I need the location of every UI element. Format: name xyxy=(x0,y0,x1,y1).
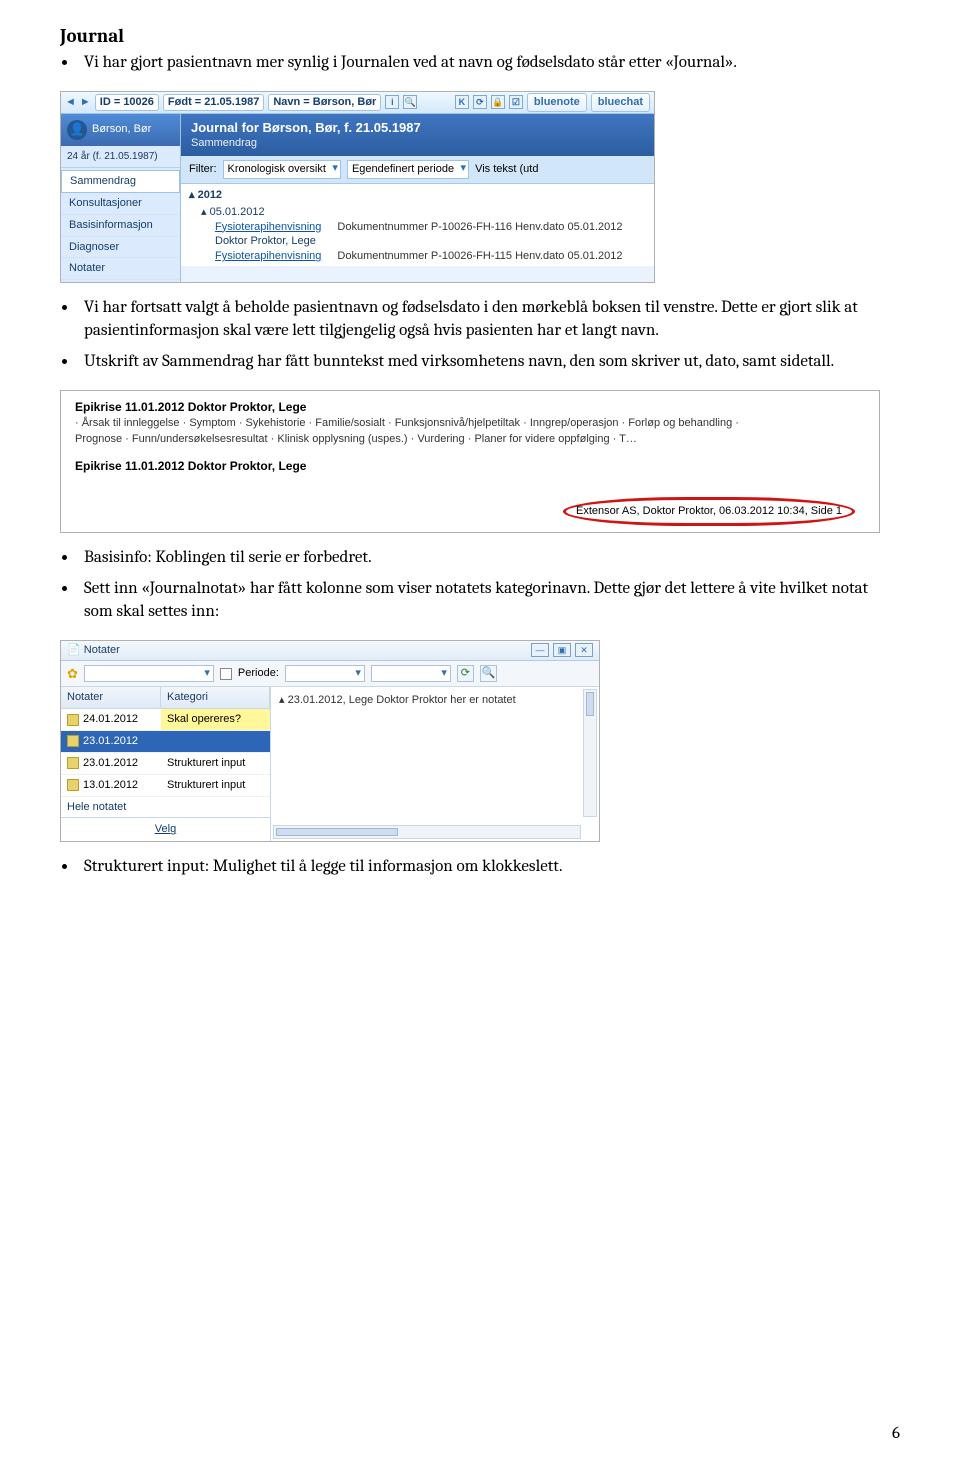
bullet-notat: Sett inn «Journalnotat» har fått kolonne… xyxy=(78,578,900,624)
maximize-icon[interactable]: ▣ xyxy=(553,643,571,657)
refresh-icon[interactable]: ⟳ xyxy=(457,665,474,682)
search-icon[interactable]: 🔍 xyxy=(480,665,497,682)
notater-header-row: Notater Kategori xyxy=(61,687,270,709)
info-icon[interactable]: i xyxy=(385,95,399,109)
id-badge: ID = 10026 xyxy=(95,94,159,111)
screenshot-epikrise: Epikrise 11.01.2012 Doktor Proktor, Lege… xyxy=(60,390,880,533)
entry-doc: Dokumentnummer P-10026-FH-116 Henv.dato … xyxy=(337,220,622,235)
notater-titlebar: 📄 Notater — ▣ ✕ xyxy=(61,641,599,661)
patient-name: Børson, Bør xyxy=(92,122,151,137)
entry-doc: Dokumentnummer P-10026-FH-115 Henv.dato … xyxy=(337,249,622,264)
preview-text: ▴ 23.01.2012, Lege Doktor Proktor her er… xyxy=(279,694,516,706)
notater-preview: ▴ 23.01.2012, Lege Doktor Proktor her er… xyxy=(271,687,599,841)
filter-text-toggle[interactable]: Vis tekst (utd xyxy=(475,162,538,177)
patient-age: 24 år (f. 21.05.1987) xyxy=(61,146,180,169)
bullet-intro: Vi har gjort pasientnavn mer synlig i Jo… xyxy=(78,52,900,75)
journal-title: Journal for Børson, Bør, f. 21.05.1987 xyxy=(191,119,644,137)
sidebar-menu: Sammendrag Konsultasjoner Basisinformasj… xyxy=(61,168,180,282)
entry-sub: Doktor Proktor, Lege xyxy=(189,234,646,249)
star-icon[interactable]: ✿ xyxy=(67,665,78,683)
heading-journal: Journal xyxy=(60,24,900,50)
toolbar-icon-3[interactable]: 🔒 xyxy=(491,95,505,109)
toolbar-icon-4[interactable]: ☑ xyxy=(509,95,523,109)
col-kategori[interactable]: Kategori xyxy=(161,687,270,708)
page-number: 6 xyxy=(892,1423,900,1446)
filter-view-dropdown[interactable]: Kronologisk oversikt xyxy=(223,160,341,179)
fodt-badge: Født = 21.05.1987 xyxy=(163,94,264,111)
table-row[interactable]: 23.01.2012 xyxy=(61,731,270,753)
epikrise-header-1: Epikrise 11.01.2012 Doktor Proktor, Lege xyxy=(75,399,865,415)
entry-row[interactable]: Fysioterapihenvisning Dokumentnummer P-1… xyxy=(189,220,646,235)
bullet-keep: Vi har fortsatt valgt å beholde pasientn… xyxy=(78,297,900,343)
velg-link[interactable]: Velg xyxy=(61,817,270,841)
patient-header: 👤 Børson, Bør xyxy=(61,114,180,146)
entry-link[interactable]: Fysioterapihenvisning xyxy=(215,249,321,264)
epikrise-header-2: Epikrise 11.01.2012 Doktor Proktor, Lege xyxy=(75,458,865,474)
bluenote-button[interactable]: bluenote xyxy=(527,93,587,112)
sidebar-item-sammendrag[interactable]: Sammendrag xyxy=(61,170,180,193)
hele-notatet[interactable]: Hele notatet xyxy=(61,797,270,818)
journal-titlebar: Journal for Børson, Bør, f. 21.05.1987 S… xyxy=(181,114,654,156)
bullet-struct: Strukturert input: Mulighet til å legge … xyxy=(78,856,900,879)
sidebar-item-diagnoser[interactable]: Diagnoser xyxy=(61,237,180,259)
bullet-footer: Utskrift av Sammendrag har fått bunnteks… xyxy=(78,351,900,374)
filter-label: Filter: xyxy=(189,162,217,177)
bullet-basis: Basisinfo: Koblingen til serie er forbed… xyxy=(78,547,900,570)
toolbar-dropdown[interactable] xyxy=(84,665,214,682)
periode-to[interactable] xyxy=(371,665,451,682)
entry-row[interactable]: Fysioterapihenvisning Dokumentnummer P-1… xyxy=(189,249,646,264)
filter-period-dropdown[interactable]: Egendefinert periode xyxy=(347,160,469,179)
note-icon xyxy=(67,735,79,747)
person-icon: 👤 xyxy=(67,120,87,140)
table-row[interactable]: 23.01.2012 Strukturert input xyxy=(61,753,270,775)
table-row[interactable]: 13.01.2012 Strukturert input xyxy=(61,775,270,797)
search-icon[interactable]: 🔍 xyxy=(403,95,417,109)
entry-link[interactable]: Fysioterapihenvisning xyxy=(215,220,321,235)
col-notater[interactable]: Notater xyxy=(61,687,161,708)
year-node[interactable]: ▴ 2012 xyxy=(189,186,646,205)
journal-main: Journal for Børson, Bør, f. 21.05.1987 S… xyxy=(181,114,654,283)
bullet-list-2: Vi har fortsatt valgt å beholde pasientn… xyxy=(78,297,900,374)
periode-checkbox[interactable] xyxy=(220,668,232,680)
table-row[interactable]: 24.01.2012 Skal opereres? xyxy=(61,709,270,731)
sidebar-item-basisinformasjon[interactable]: Basisinformasjon xyxy=(61,215,180,237)
journal-content: ▴ 2012 ▴ 05.01.2012 Fysioterapihenvisnin… xyxy=(181,184,654,266)
notater-list: Notater Kategori 24.01.2012 Skal operere… xyxy=(61,687,271,841)
bullet-list-3: Basisinfo: Koblingen til serie er forbed… xyxy=(78,547,900,624)
navn-badge: Navn = Børson, Bør xyxy=(268,94,381,111)
nav-back-icon[interactable]: ◄ xyxy=(65,95,76,110)
toolbar-icon-2[interactable]: ⟳ xyxy=(473,95,487,109)
epikrise-line-2: Prognose · Funn/undersøkelsesresultat · … xyxy=(75,432,865,447)
periode-label: Periode: xyxy=(238,666,279,681)
note-icon xyxy=(67,779,79,791)
bullet-list-1: Vi har gjort pasientnavn mer synlig i Jo… xyxy=(78,52,900,75)
horizontal-scrollbar[interactable] xyxy=(273,825,581,839)
notater-title: 📄 Notater xyxy=(67,643,120,658)
filter-bar: Filter: Kronologisk oversikt Egendefiner… xyxy=(181,156,654,184)
screenshot-notater: 📄 Notater — ▣ ✕ ✿ Periode: ⟳ 🔍 Notater K… xyxy=(60,640,600,842)
minimize-icon[interactable]: — xyxy=(531,643,549,657)
vertical-scrollbar[interactable] xyxy=(583,689,597,817)
print-footer-text: Extensor AS, Doktor Proktor, 06.03.2012 … xyxy=(563,497,855,526)
periode-from[interactable] xyxy=(285,665,365,682)
note-icon xyxy=(67,714,79,726)
journal-subtitle: Sammendrag xyxy=(191,136,644,151)
bluechat-button[interactable]: bluechat xyxy=(591,93,650,112)
date-node[interactable]: ▴ 05.01.2012 xyxy=(189,205,646,220)
sidebar-item-notater[interactable]: Notater xyxy=(61,258,180,280)
screenshot-journal: ◄ ► ID = 10026 Født = 21.05.1987 Navn = … xyxy=(60,91,655,284)
note-icon xyxy=(67,757,79,769)
footer-highlight: Extensor AS, Doktor Proktor, 06.03.2012 … xyxy=(563,497,855,526)
epikrise-line-1: · Årsak til innleggelse · Symptom · Syke… xyxy=(75,416,865,431)
nav-fwd-icon[interactable]: ► xyxy=(80,95,91,110)
notater-toolbar: ✿ Periode: ⟳ 🔍 xyxy=(61,661,599,688)
journal-topbar: ◄ ► ID = 10026 Født = 21.05.1987 Navn = … xyxy=(61,92,654,114)
bullet-list-4: Strukturert input: Mulighet til å legge … xyxy=(78,856,900,879)
close-icon[interactable]: ✕ xyxy=(575,643,593,657)
toolbar-icon-1[interactable]: K xyxy=(455,95,469,109)
journal-sidebar: 👤 Børson, Bør 24 år (f. 21.05.1987) Samm… xyxy=(61,114,181,283)
sidebar-item-konsultasjoner[interactable]: Konsultasjoner xyxy=(61,193,180,215)
